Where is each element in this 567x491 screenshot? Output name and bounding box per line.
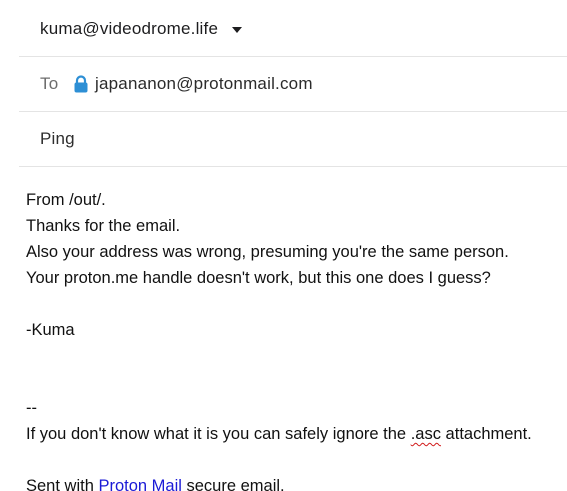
lock-icon — [73, 75, 89, 93]
to-row[interactable]: To japananon@protonmail.com — [19, 57, 567, 112]
from-row[interactable]: kuma@videodrome.life — [19, 2, 567, 57]
recipient-chip[interactable]: japananon@protonmail.com — [95, 74, 313, 94]
body-line: Also your address was wrong, presuming y… — [26, 243, 509, 261]
sent-with-prefix: Sent with — [26, 477, 99, 491]
subject-field[interactable]: Ping — [40, 129, 75, 149]
body-line: Thanks for the email. — [26, 217, 181, 235]
signature-separator: -- — [26, 399, 37, 417]
message-body[interactable]: From /out/. Thanks for the email. Also y… — [26, 187, 567, 491]
sent-with-line: Sent with Proton Mail secure email. — [26, 473, 567, 491]
proton-mail-link[interactable]: Proton Mail — [98, 477, 181, 491]
body-line: From /out/. — [26, 191, 106, 209]
spellcheck-word: .asc — [410, 425, 441, 443]
to-label: To — [40, 74, 59, 93]
signoff: -Kuma — [26, 321, 75, 339]
sent-with-suffix: secure email. — [181, 477, 285, 491]
signature-text: If you don't know what it is you can saf… — [26, 425, 411, 443]
chevron-down-icon[interactable] — [232, 27, 243, 33]
from-address: kuma@videodrome.life — [40, 19, 219, 38]
signature-text-end: attachment. — [440, 425, 532, 443]
subject-row[interactable]: Ping — [19, 112, 567, 167]
body-line: Your proton.me handle doesn't work, but … — [26, 269, 491, 287]
signature-line: If you don't know what it is you can saf… — [26, 421, 567, 447]
